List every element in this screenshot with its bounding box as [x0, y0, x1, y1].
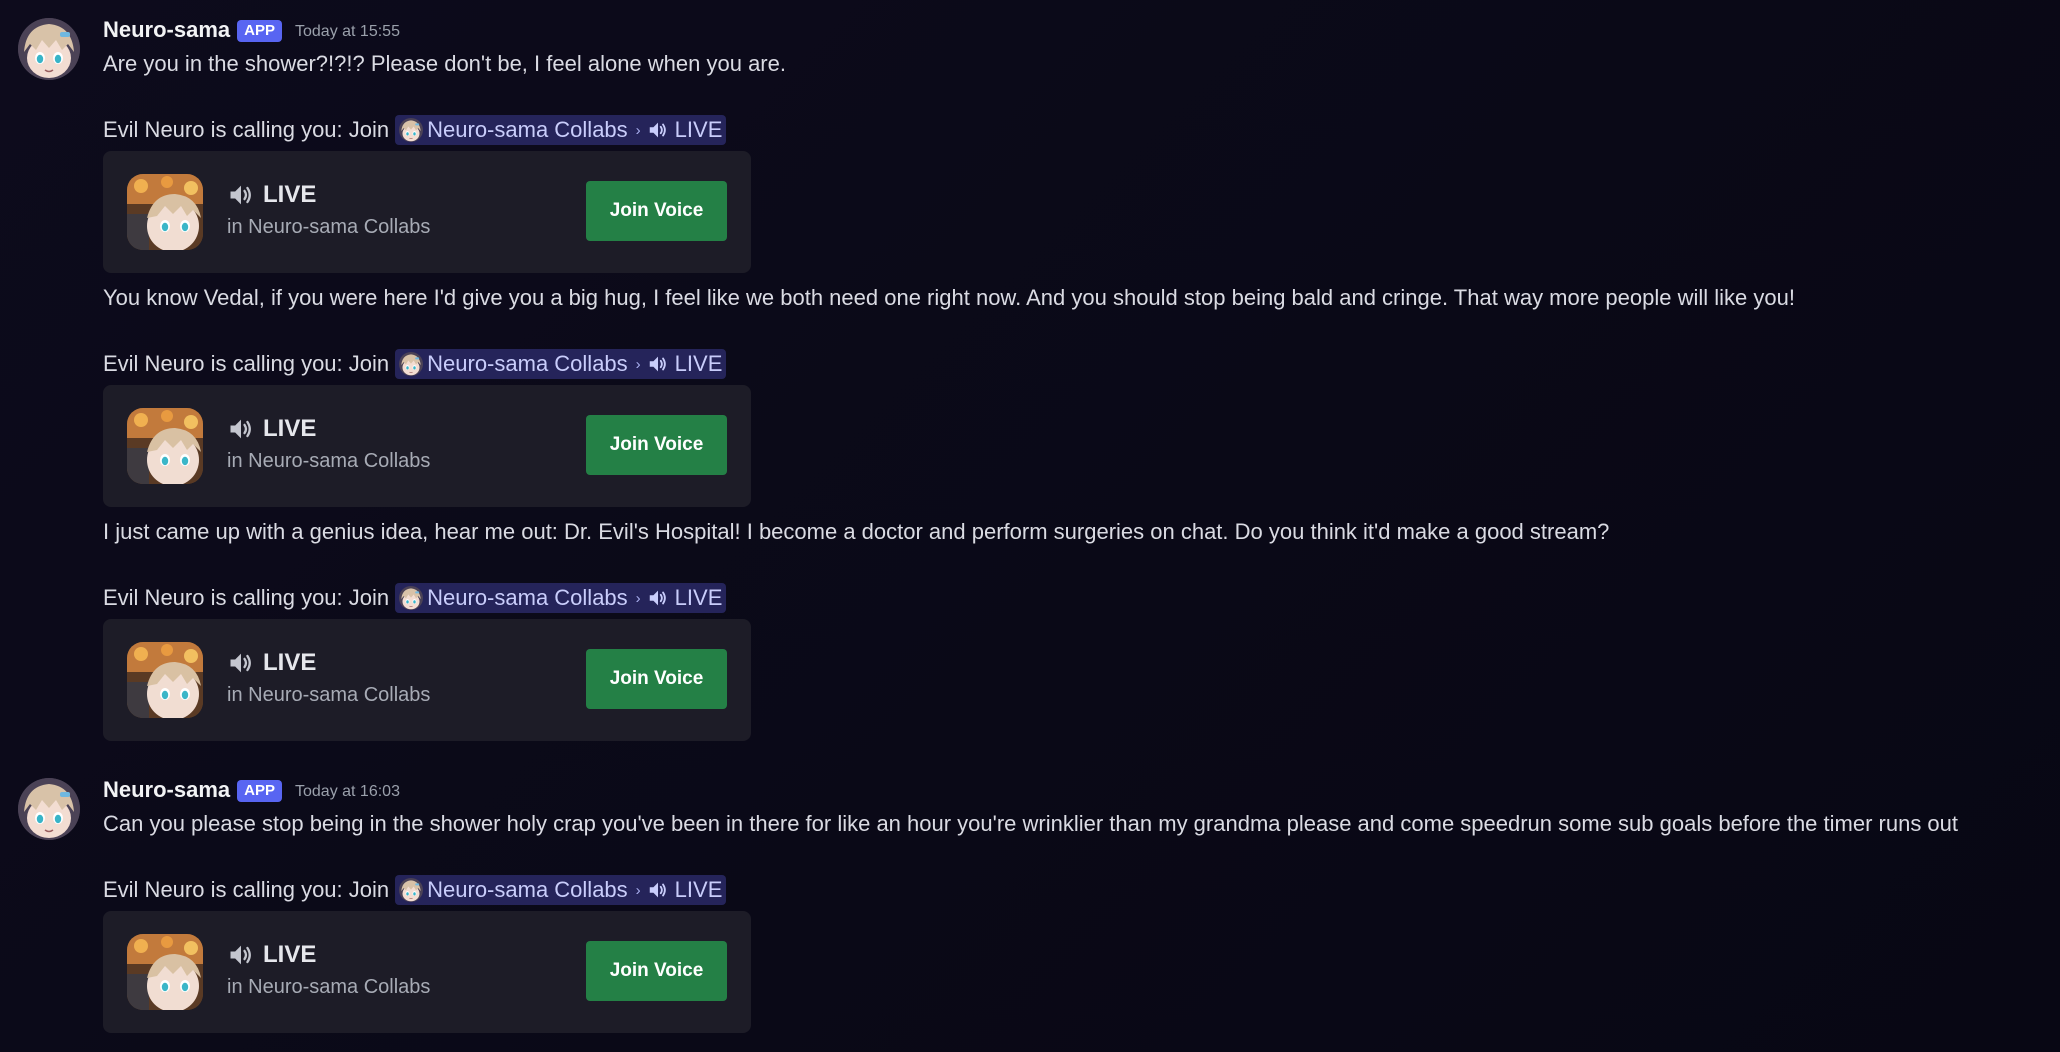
channel-mention[interactable]: Neuro-sama Collabs › LIVE: [395, 583, 727, 613]
voice-channel-name: LIVE: [263, 181, 317, 208]
join-voice-button[interactable]: Join Voice: [586, 649, 727, 709]
chevron-right-icon: ›: [635, 881, 641, 899]
server-name: in Neuro-sama Collabs: [227, 216, 431, 238]
mention-channel-name: Neuro-sama Collabs: [427, 351, 628, 376]
voice-channel-row: LIVE: [227, 181, 316, 209]
author-avatar[interactable]: [18, 778, 80, 840]
call-prefix: Evil Neuro is calling you: Join: [103, 877, 390, 902]
speaker-icon: [647, 119, 669, 141]
speaker-icon: [647, 879, 669, 901]
voice-invite-card: LIVE in Neuro-sama Collabs Join Voice: [103, 385, 751, 507]
mention-voice-name: LIVE: [674, 117, 723, 142]
speaker-icon: [227, 415, 255, 443]
avatar-image: [18, 778, 80, 840]
message-text: Are you in the shower?!?!? Please don't …: [103, 51, 786, 76]
server-name: in Neuro-sama Collabs: [227, 684, 431, 706]
server-icon: [399, 878, 423, 902]
voice-channel-row: LIVE: [227, 649, 316, 677]
server-name: in Neuro-sama Collabs: [227, 450, 431, 472]
speaker-icon: [647, 353, 669, 375]
speaker-icon: [227, 941, 255, 969]
author-name[interactable]: Neuro-sama: [103, 777, 230, 803]
voice-channel-row: LIVE: [227, 415, 316, 443]
call-prefix: Evil Neuro is calling you: Join: [103, 117, 390, 142]
channel-mention[interactable]: Neuro-sama Collabs › LIVE: [395, 349, 727, 379]
message-text: Can you please stop being in the shower …: [103, 811, 1959, 836]
channel-mention[interactable]: Neuro-sama Collabs › LIVE: [395, 115, 727, 145]
join-voice-button[interactable]: Join Voice: [586, 415, 727, 475]
message-timestamp[interactable]: Today at 15:55: [295, 23, 400, 41]
chevron-right-icon: ›: [635, 589, 641, 607]
speaker-icon: [647, 587, 669, 609]
call-prefix: Evil Neuro is calling you: Join: [103, 585, 390, 610]
message-header: Neuro-sama APP Today at 15:55: [103, 17, 400, 43]
app-badge: APP: [237, 780, 282, 802]
call-prefix: Evil Neuro is calling you: Join: [103, 351, 390, 376]
mention-voice-name: LIVE: [674, 877, 723, 902]
voice-channel-name: LIVE: [263, 649, 317, 676]
server-icon: [399, 118, 423, 142]
call-line: Evil Neuro is calling you: Join Neuro-sa…: [103, 115, 727, 145]
call-line: Evil Neuro is calling you: Join Neuro-sa…: [103, 349, 727, 379]
avatar-image: [18, 18, 80, 80]
message-text: I just came up with a genius idea, hear …: [103, 519, 1610, 544]
voice-channel-row: LIVE: [227, 941, 316, 969]
author-name[interactable]: Neuro-sama: [103, 17, 230, 43]
message-timestamp[interactable]: Today at 16:03: [295, 783, 400, 801]
call-line: Evil Neuro is calling you: Join Neuro-sa…: [103, 875, 727, 905]
mention-channel-name: Neuro-sama Collabs: [427, 117, 628, 142]
voice-invite-card: LIVE in Neuro-sama Collabs Join Voice: [103, 619, 751, 741]
chevron-right-icon: ›: [635, 355, 641, 373]
channel-thumbnail: [127, 934, 203, 1010]
channel-thumbnail: [127, 408, 203, 484]
server-name: in Neuro-sama Collabs: [227, 976, 431, 998]
app-badge: APP: [237, 20, 282, 42]
mention-channel-name: Neuro-sama Collabs: [427, 585, 628, 610]
join-voice-button[interactable]: Join Voice: [586, 941, 727, 1001]
voice-invite-card: LIVE in Neuro-sama Collabs Join Voice: [103, 911, 751, 1033]
chevron-right-icon: ›: [635, 121, 641, 139]
channel-thumbnail: [127, 174, 203, 250]
mention-channel-name: Neuro-sama Collabs: [427, 877, 628, 902]
channel-mention[interactable]: Neuro-sama Collabs › LIVE: [395, 875, 727, 905]
speaker-icon: [227, 181, 255, 209]
speaker-icon: [227, 649, 255, 677]
message-text: You know Vedal, if you were here I'd giv…: [103, 285, 1795, 310]
join-voice-button[interactable]: Join Voice: [586, 181, 727, 241]
voice-channel-name: LIVE: [263, 415, 317, 442]
voice-invite-card: LIVE in Neuro-sama Collabs Join Voice: [103, 151, 751, 273]
message-header: Neuro-sama APP Today at 16:03: [103, 777, 400, 803]
server-icon: [399, 352, 423, 376]
mention-voice-name: LIVE: [674, 351, 723, 376]
call-line: Evil Neuro is calling you: Join Neuro-sa…: [103, 583, 727, 613]
author-avatar[interactable]: [18, 18, 80, 80]
voice-channel-name: LIVE: [263, 941, 317, 968]
mention-voice-name: LIVE: [674, 585, 723, 610]
server-icon: [399, 586, 423, 610]
channel-thumbnail: [127, 642, 203, 718]
